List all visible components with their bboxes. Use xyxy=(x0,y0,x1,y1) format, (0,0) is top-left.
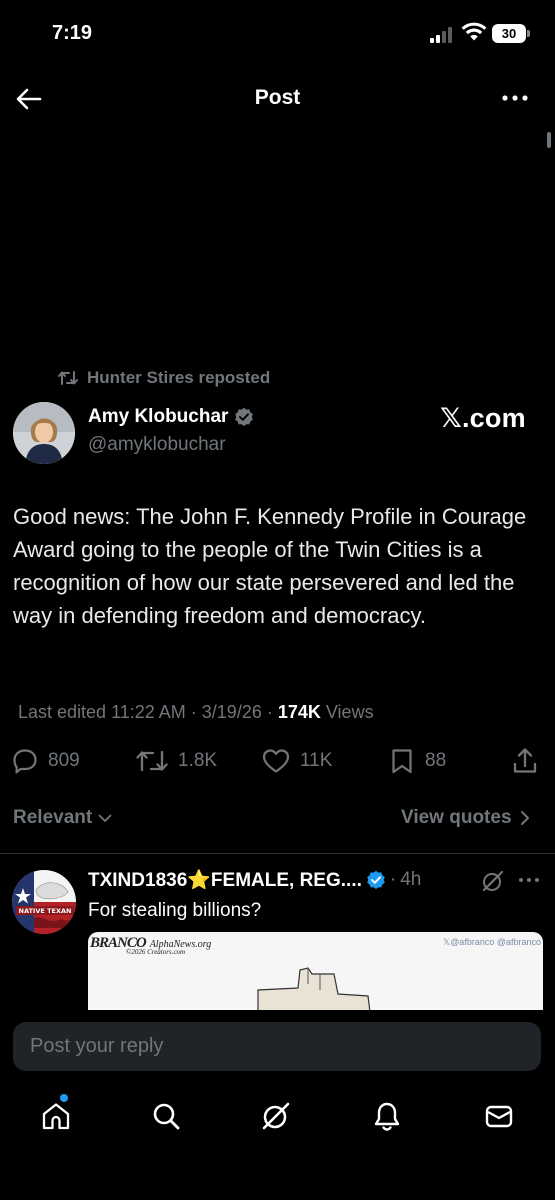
heart-icon xyxy=(262,749,290,773)
view-quotes-link[interactable]: View quotes xyxy=(401,807,530,829)
author-name[interactable]: Amy Klobuchar xyxy=(88,406,254,428)
repost-button[interactable]: 1.8K xyxy=(136,744,217,778)
nav-messages[interactable] xyxy=(481,1098,517,1134)
repost-indicator[interactable]: Hunter Stires reposted xyxy=(58,368,270,388)
grok-icon xyxy=(262,1102,290,1130)
reply-author-name[interactable]: TXIND1836⭐FEMALE, REG.... xyxy=(88,868,362,892)
author-handle[interactable]: @amyklobuchar xyxy=(88,434,226,456)
home-icon xyxy=(42,1103,70,1130)
reply-timestamp[interactable]: 4h xyxy=(400,869,421,891)
views-count: 174K xyxy=(277,702,321,722)
search-icon xyxy=(153,1103,180,1130)
views-label: Views xyxy=(320,702,374,722)
bookmark-button[interactable]: 88 xyxy=(389,744,446,778)
share-icon xyxy=(513,748,537,773)
reply-media-image[interactable]: BRANCO AlphaNews.org ©2026 Creators.com … xyxy=(88,932,543,1012)
mail-icon xyxy=(485,1105,513,1128)
bookmark-count: 88 xyxy=(425,750,447,771)
reply-input[interactable]: Post your reply xyxy=(13,1022,541,1071)
cartoon-watermark-left: BRANCO AlphaNews.org ©2026 Creators.com xyxy=(90,934,211,956)
cartoon-watermark-right: 𝕏@afbranco @afbranco xyxy=(442,937,541,947)
nav-grok[interactable] xyxy=(258,1098,294,1134)
page-title: Post xyxy=(254,86,301,109)
verified-badge-icon xyxy=(367,870,385,889)
battery-indicator: 30 xyxy=(492,24,526,43)
scrollbar[interactable] xyxy=(547,132,551,148)
reply-button[interactable]: 809 xyxy=(12,744,80,778)
reply-more-options-icon[interactable] xyxy=(518,876,540,884)
repost-text: Hunter Stires reposted xyxy=(87,368,271,387)
separator-dot: · xyxy=(389,869,397,890)
cellular-signal-icon xyxy=(430,26,456,43)
post-body: Good news: The John F. Kennedy Profile i… xyxy=(13,504,527,628)
repost-count: 1.8K xyxy=(178,750,218,771)
chevron-right-icon xyxy=(520,811,529,825)
home-notification-dot xyxy=(60,1094,68,1102)
author-name-text: Amy Klobuchar xyxy=(88,406,229,427)
xcom-watermark: 𝕏.com xyxy=(440,403,526,433)
sort-replies-dropdown[interactable]: Relevant xyxy=(13,807,112,829)
like-count: 11K xyxy=(300,750,333,771)
reply-avatar[interactable]: NATIVE TEXAN xyxy=(12,870,76,934)
verified-badge-icon xyxy=(235,407,254,426)
nav-search[interactable] xyxy=(148,1098,184,1134)
repost-icon xyxy=(58,371,78,385)
bookmark-icon xyxy=(392,749,412,774)
view-quotes-label: View quotes xyxy=(401,807,512,828)
repost-icon xyxy=(136,750,168,772)
battery-cap xyxy=(527,30,530,37)
post-meta: Last edited 11:22 AM · 3/19/26 · 174K Vi… xyxy=(18,702,374,723)
bell-icon xyxy=(374,1102,400,1131)
status-time: 7:19 xyxy=(52,22,93,44)
wifi-icon xyxy=(461,22,487,41)
more-options-icon[interactable] xyxy=(500,90,530,106)
reply-header: TXIND1836⭐FEMALE, REG.... · 4h xyxy=(88,868,473,892)
nav-home[interactable] xyxy=(38,1098,74,1134)
chevron-down-icon xyxy=(98,814,112,822)
reply-icon xyxy=(13,749,37,774)
grok-icon[interactable] xyxy=(481,869,505,893)
like-button[interactable]: 11K xyxy=(262,744,332,778)
cartoon-drawing xyxy=(257,967,371,1012)
nav-notifications[interactable] xyxy=(369,1098,405,1134)
author-avatar[interactable] xyxy=(13,402,75,464)
reply-body: For stealing billions? xyxy=(88,900,262,921)
post-edited-time[interactable]: Last edited 11:22 AM · 3/19/26 · xyxy=(18,702,278,722)
sort-label: Relevant xyxy=(13,807,93,828)
reply-count: 809 xyxy=(48,750,80,771)
reply-avatar-text: NATIVE TEXAN xyxy=(19,907,72,915)
share-button[interactable] xyxy=(512,744,538,778)
divider xyxy=(0,853,555,854)
